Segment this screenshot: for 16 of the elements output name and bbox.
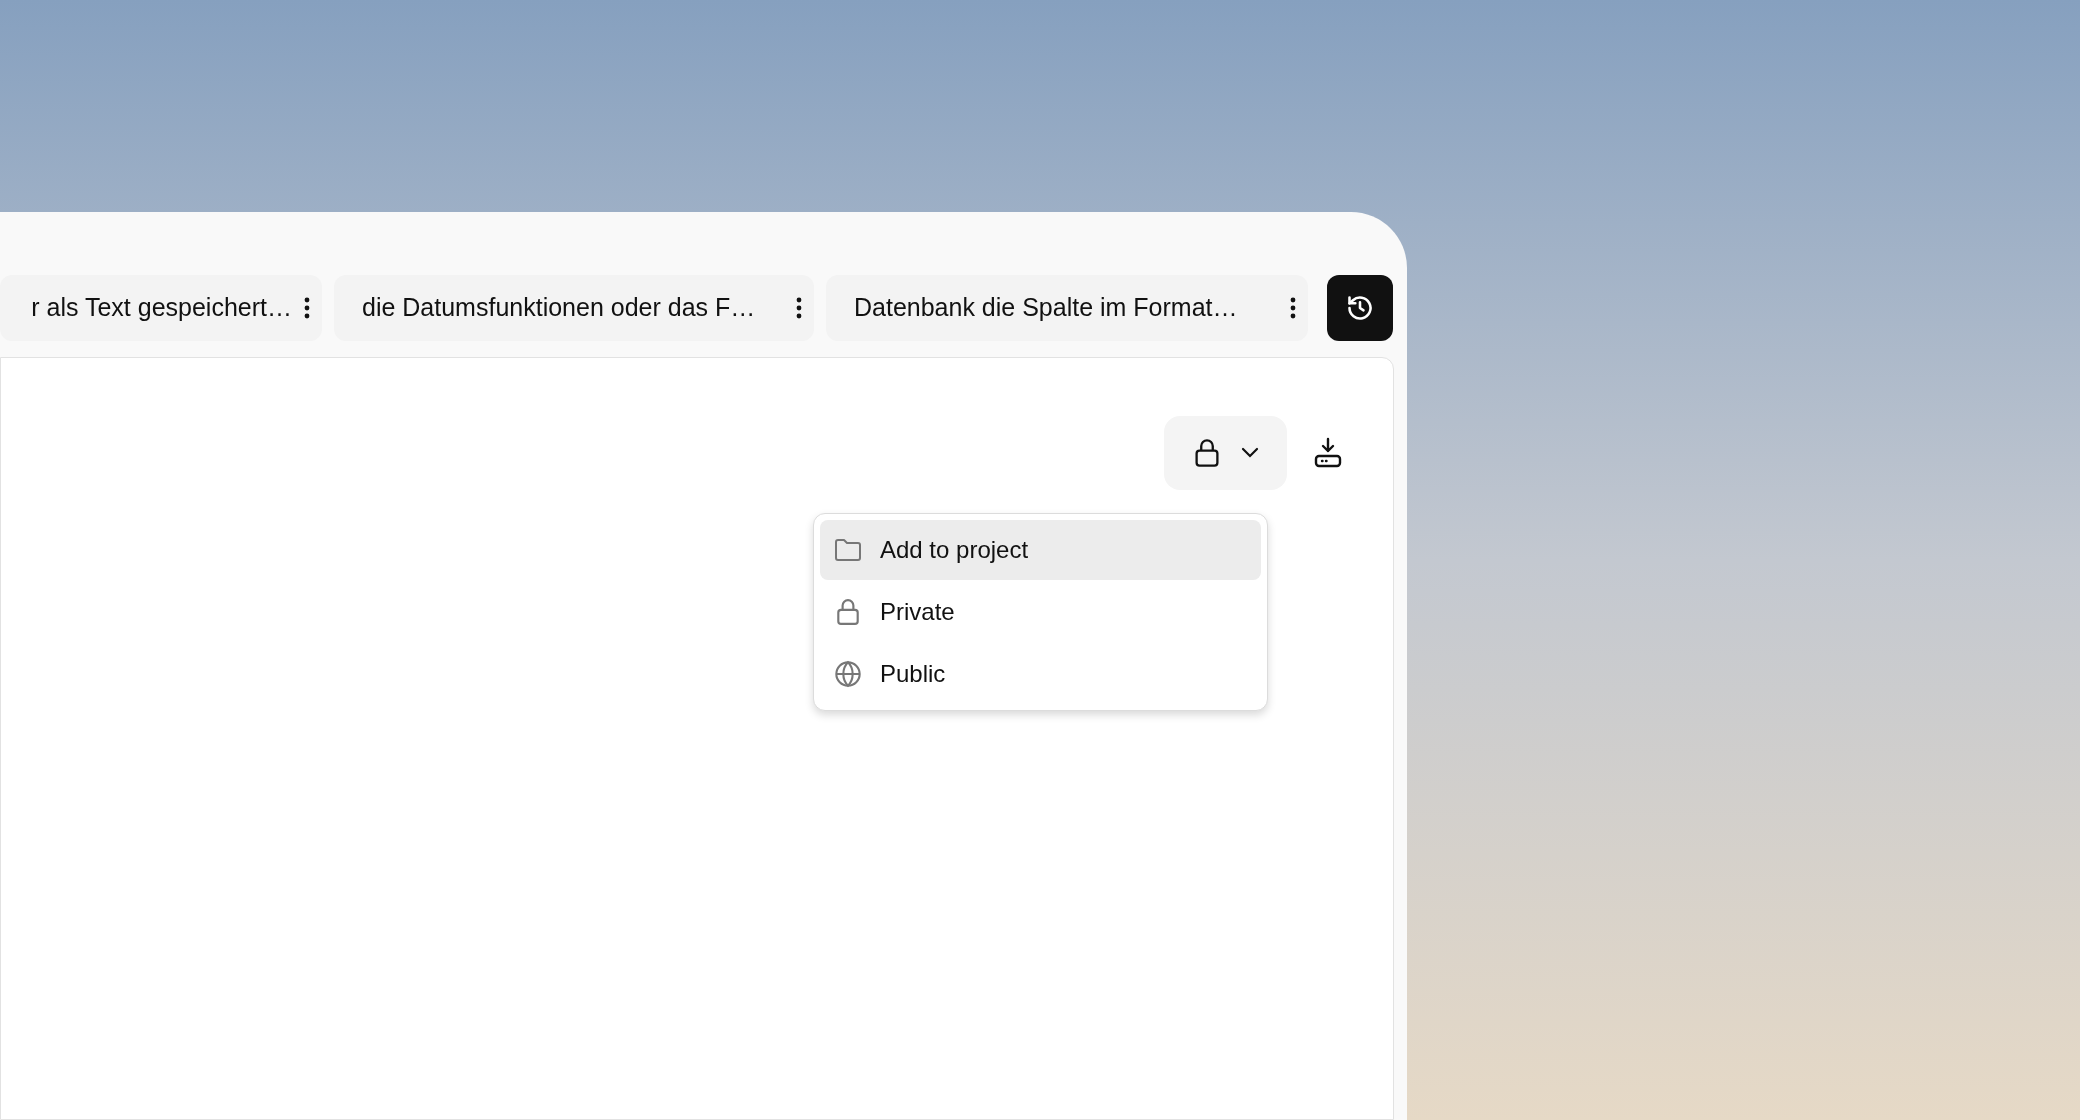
history-icon (1346, 294, 1374, 322)
lock-icon (1192, 438, 1221, 468)
menu-item[interactable]: Add to project (820, 520, 1261, 580)
folder-icon (834, 537, 862, 563)
more-options-icon[interactable] (304, 297, 310, 319)
chat-tab[interactable]: Datenbank die Spalte im Format… (826, 275, 1308, 341)
chat-tab[interactable]: r als Text gespeichert… (0, 275, 322, 341)
more-options-icon[interactable] (796, 297, 802, 319)
more-options-icon[interactable] (1290, 297, 1296, 319)
chevron-down-icon (1240, 447, 1259, 459)
history-button[interactable] (1327, 275, 1393, 341)
chat-tab[interactable]: die Datumsfunktionen oder das F… (334, 275, 814, 341)
lock-icon (835, 598, 861, 626)
visibility-dropdown[interactable] (1164, 416, 1287, 490)
globe-icon (834, 660, 862, 688)
download-icon[interactable] (1313, 437, 1343, 469)
